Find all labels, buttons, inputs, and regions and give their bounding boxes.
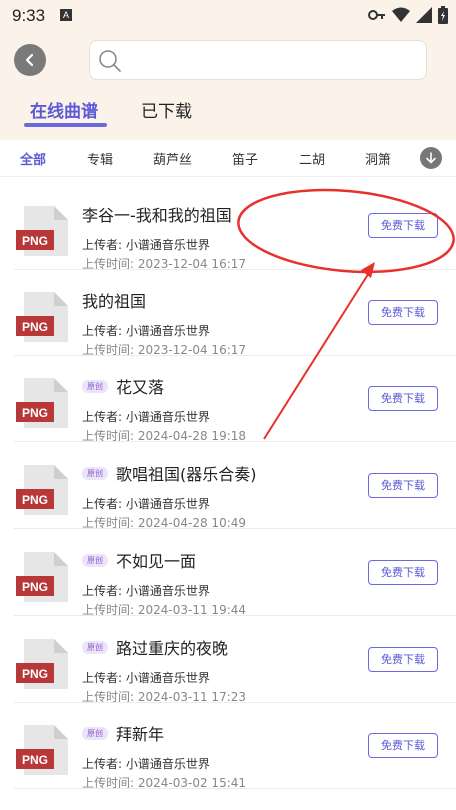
signal-icon <box>416 7 432 23</box>
uploader-name: 小谱通音乐世界 <box>125 757 210 771</box>
file-type-label: PNG <box>22 667 48 681</box>
uploader: 上传者: 小谱通音乐世界 <box>82 322 210 339</box>
png-file-icon: PNG <box>16 378 68 428</box>
list-item[interactable]: PNG 我的祖国 上传者: 小谱通音乐世界 上传时间: 2023-12-04 1… <box>0 270 456 357</box>
song-title: 拜新年 <box>116 725 165 744</box>
uploader-label: 上传者: <box>82 671 123 685</box>
file-type-label: PNG <box>22 753 48 767</box>
original-badge: 原创 <box>82 640 108 654</box>
original-badge: 原创 <box>82 553 108 567</box>
free-download-button[interactable]: 免费下载 <box>368 213 438 238</box>
uploader-name: 小谱通音乐世界 <box>125 410 210 424</box>
free-download-button[interactable]: 免费下载 <box>368 300 438 325</box>
category-hulusi[interactable]: 葫芦丝 <box>153 149 192 168</box>
divider <box>0 176 456 177</box>
png-file-icon: PNG <box>16 639 68 689</box>
category-dongxiao[interactable]: 洞箫 <box>365 149 391 168</box>
png-file-icon: PNG <box>16 725 68 775</box>
uploader-name: 小谱通音乐世界 <box>125 671 210 685</box>
title-wrap: 原创 花又落 <box>82 374 164 398</box>
list-item[interactable]: PNG 原创 歌唱祖国(器乐合奏) 上传者: 小谱通音乐世界 上传时间: 2024… <box>0 443 456 530</box>
free-download-button[interactable]: 免费下载 <box>368 386 438 411</box>
category-all[interactable]: 全部 <box>20 149 46 168</box>
free-download-button[interactable]: 免费下载 <box>368 733 438 758</box>
uploader-name: 小谱通音乐世界 <box>125 324 210 338</box>
uploader: 上传者: 小谱通音乐世界 <box>82 236 210 253</box>
song-title: 不如见一面 <box>116 552 197 571</box>
uploader: 上传者: 小谱通音乐世界 <box>82 669 210 686</box>
list-item[interactable]: PNG 原创 不如见一面 上传者: 小谱通音乐世界 上传时间: 2024-03-1… <box>0 530 456 617</box>
status-icons <box>368 6 448 24</box>
key-icon <box>368 10 385 20</box>
free-download-button[interactable]: 免费下载 <box>368 647 438 672</box>
song-title: 花又落 <box>116 378 165 397</box>
search-icon <box>99 50 121 72</box>
category-album[interactable]: 专辑 <box>87 149 113 168</box>
status-bar: 9:33 A <box>0 0 456 32</box>
list-item[interactable]: PNG 李谷一-我和我的祖国 上传者: 小谱通音乐世界 上传时间: 2023-1… <box>0 184 456 271</box>
uploader-name: 小谱通音乐世界 <box>125 497 210 511</box>
title-wrap: 原创 拜新年 <box>82 721 164 745</box>
uploader: 上传者: 小谱通音乐世界 <box>82 408 210 425</box>
uploader-label: 上传者: <box>82 238 123 252</box>
original-badge: 原创 <box>82 466 108 480</box>
arrow-down-icon <box>426 152 436 164</box>
uploader: 上传者: 小谱通音乐世界 <box>82 755 210 772</box>
file-type-label: PNG <box>22 320 48 334</box>
wifi-icon <box>392 7 410 22</box>
tab-online-scores[interactable]: 在线曲谱 <box>30 97 98 122</box>
uploader-label: 上传者: <box>82 497 123 511</box>
free-download-button[interactable]: 免费下载 <box>368 473 438 498</box>
title-wrap: 我的祖国 <box>82 288 146 312</box>
png-file-icon: PNG <box>16 552 68 602</box>
tab-active-indicator <box>24 123 107 127</box>
battery-icon <box>438 6 448 24</box>
category-dizi[interactable]: 笛子 <box>232 149 258 168</box>
divider <box>14 441 456 442</box>
divider <box>14 615 456 616</box>
list-item[interactable]: PNG 原创 花又落 上传者: 小谱通音乐世界 上传时间: 2024-04-28 … <box>0 356 456 443</box>
uploader-label: 上传者: <box>82 410 123 424</box>
uploader-name: 小谱通音乐世界 <box>125 238 210 252</box>
song-title: 我的祖国 <box>82 292 147 311</box>
song-title: 李谷一-我和我的祖国 <box>82 206 232 225</box>
original-badge: 原创 <box>82 726 108 740</box>
tab-downloaded[interactable]: 已下载 <box>141 97 192 122</box>
divider <box>14 788 456 789</box>
file-type-label: PNG <box>22 234 48 248</box>
back-button[interactable] <box>14 44 46 76</box>
divider <box>14 528 456 529</box>
song-title: 歌唱祖国(器乐合奏) <box>116 465 257 484</box>
uploader: 上传者: 小谱通音乐世界 <box>82 495 210 512</box>
song-title: 路过重庆的夜晚 <box>116 639 229 658</box>
list-item[interactable]: PNG 原创 拜新年 上传者: 小谱通音乐世界 上传时间: 2024-03-02 … <box>0 703 456 790</box>
uploader: 上传者: 小谱通音乐世界 <box>82 582 210 599</box>
title-wrap: 原创 不如见一面 <box>82 548 196 572</box>
uploader-label: 上传者: <box>82 324 123 338</box>
png-file-icon: PNG <box>16 465 68 515</box>
category-erhu[interactable]: 二胡 <box>299 149 325 168</box>
file-type-label: PNG <box>22 493 48 507</box>
search-input[interactable] <box>89 40 427 80</box>
list-item[interactable]: PNG 原创 路过重庆的夜晚 上传者: 小谱通音乐世界 上传时间: 2024-03… <box>0 617 456 704</box>
file-type-label: PNG <box>22 580 48 594</box>
uploader-label: 上传者: <box>82 757 123 771</box>
title-wrap: 原创 歌唱祖国(器乐合奏) <box>82 461 257 485</box>
png-file-icon: PNG <box>16 206 68 256</box>
png-file-icon: PNG <box>16 292 68 342</box>
uploader-label: 上传者: <box>82 584 123 598</box>
original-badge: 原创 <box>82 379 108 393</box>
chevron-left-icon <box>25 53 34 67</box>
notification-a-icon: A <box>60 9 72 21</box>
free-download-button[interactable]: 免费下载 <box>368 560 438 585</box>
file-type-label: PNG <box>22 406 48 420</box>
more-categories-button[interactable] <box>420 147 442 169</box>
uploader-name: 小谱通音乐世界 <box>125 584 210 598</box>
title-wrap: 李谷一-我和我的祖国 <box>82 202 232 226</box>
title-wrap: 原创 路过重庆的夜晚 <box>82 635 228 659</box>
status-time: 9:33 <box>12 6 46 25</box>
